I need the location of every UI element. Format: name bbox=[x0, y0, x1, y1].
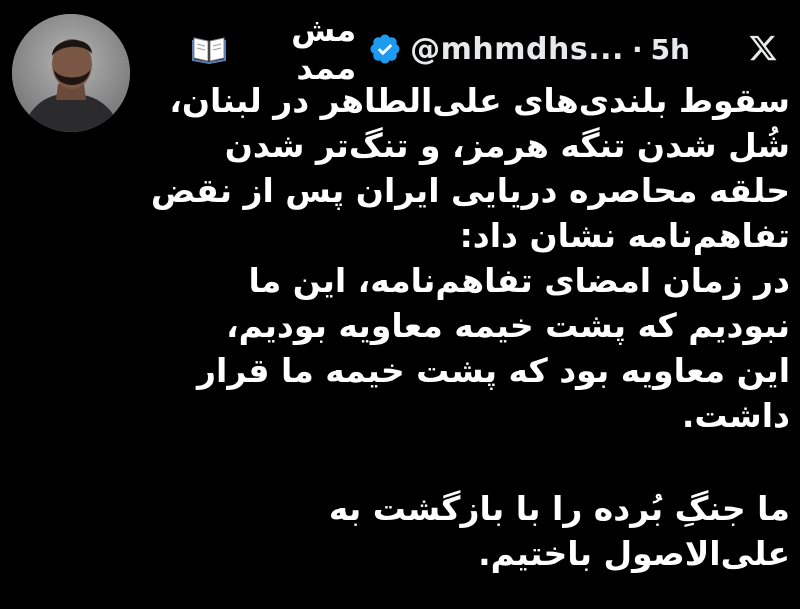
verified-badge-icon bbox=[368, 32, 402, 66]
tweet-header: مش ممد @mhmdhs... · 5h bbox=[190, 11, 690, 87]
avatar[interactable] bbox=[12, 14, 130, 132]
author-handle[interactable]: @mhmdhs... bbox=[410, 32, 624, 67]
tweet-text: سقوط بلندی‌های علی‌الطاهر در لبنان، شُل … bbox=[130, 78, 790, 576]
author-display-name[interactable]: مش ممد bbox=[234, 11, 356, 87]
tweet-card: مش ممد @mhmdhs... · 5h سقوط بلندی‌های عل… bbox=[0, 0, 800, 609]
x-logo-icon[interactable] bbox=[745, 30, 781, 66]
tweet-paragraph-2: ما جنگِ بُرده را با بازگشت به علی‌الاصول… bbox=[328, 489, 790, 573]
separator-dot: · bbox=[631, 32, 643, 66]
open-book-icon bbox=[192, 34, 226, 65]
timestamp[interactable]: 5h bbox=[651, 33, 690, 66]
avatar-image bbox=[12, 14, 130, 132]
tweet-paragraph-1: سقوط بلندی‌های علی‌الطاهر در لبنان، شُل … bbox=[150, 81, 790, 435]
